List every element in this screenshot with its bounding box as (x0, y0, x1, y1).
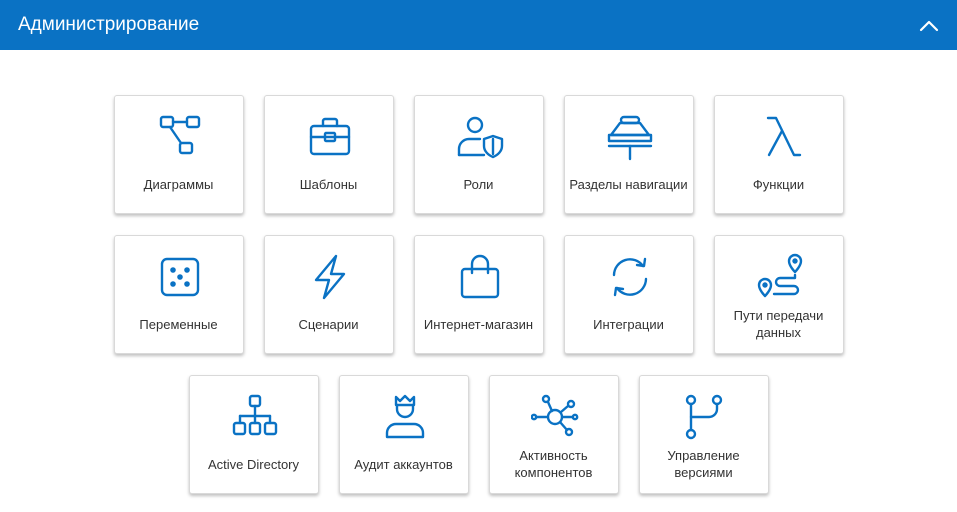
tile-label: Active Directory (207, 456, 300, 472)
tile-version-control[interactable]: Управление версиями (638, 375, 769, 494)
tile-label: Интеграции (593, 316, 664, 332)
tile-data-paths[interactable]: Пути передачи данных (713, 235, 844, 354)
section-header: Администрирование (0, 0, 957, 50)
git-branch-icon (681, 393, 729, 441)
tile-online-store[interactable]: Интернет-магазин (413, 235, 544, 354)
tile-label: Аудит аккаунтов (354, 456, 453, 472)
tile-label: Активность компонентов (514, 448, 593, 480)
network-nodes-icon (530, 393, 579, 441)
tile-label: Пути передачи данных (733, 308, 824, 340)
tile-label: Функции (752, 176, 805, 192)
tile-roles[interactable]: Роли (413, 95, 544, 214)
hierarchy-icon (231, 393, 279, 441)
tile-label: Разделы навигации (569, 176, 688, 192)
tile-functions[interactable]: Функции (713, 95, 844, 214)
tiles-row: Переменные Сценарии Интернет-магазин Инт… (0, 235, 957, 354)
tile-label: Роли (463, 176, 494, 192)
tile-label: Интернет-магазин (423, 316, 534, 332)
lightning-icon (306, 253, 354, 301)
tile-label: Сценарии (298, 316, 359, 332)
tile-label: Шаблоны (299, 176, 358, 192)
tile-account-audit[interactable]: Аудит аккаунтов (338, 375, 469, 494)
tile-navigation-sections[interactable]: Разделы навигации (563, 95, 694, 214)
tile-variables[interactable]: Переменные (113, 235, 244, 354)
sync-icon (606, 253, 654, 301)
tile-component-activity[interactable]: Активность компонентов (488, 375, 619, 494)
user-crown-icon (381, 393, 429, 441)
chevron-up-icon (919, 20, 939, 32)
tile-scenarios[interactable]: Сценарии (263, 235, 394, 354)
collapse-button[interactable] (917, 14, 941, 38)
tile-label: Управление версиями (667, 448, 740, 480)
tile-integrations[interactable]: Интеграции (563, 235, 694, 354)
dice-icon (156, 253, 204, 301)
tiles-row: Active Directory Аудит аккаунтов Активно… (0, 375, 957, 494)
tile-label: Диаграммы (143, 176, 214, 192)
tile-diagrams[interactable]: Диаграммы (113, 95, 244, 214)
section-title: Администрирование (18, 14, 200, 35)
briefcase-icon (306, 113, 354, 161)
tile-label: Переменные (139, 316, 218, 332)
diagram-icon (156, 113, 204, 161)
route-icon (756, 253, 804, 301)
tiles-row: Диаграммы Шаблоны Роли Разделы навигации… (0, 95, 957, 214)
navigation-sections-icon (606, 113, 654, 161)
tile-templates[interactable]: Шаблоны (263, 95, 394, 214)
admin-tiles-grid: Диаграммы Шаблоны Роли Разделы навигации… (0, 50, 957, 512)
shopping-bag-icon (456, 253, 504, 301)
lambda-icon (756, 113, 804, 161)
user-shield-icon (456, 113, 504, 161)
tile-active-directory[interactable]: Active Directory (188, 375, 319, 494)
